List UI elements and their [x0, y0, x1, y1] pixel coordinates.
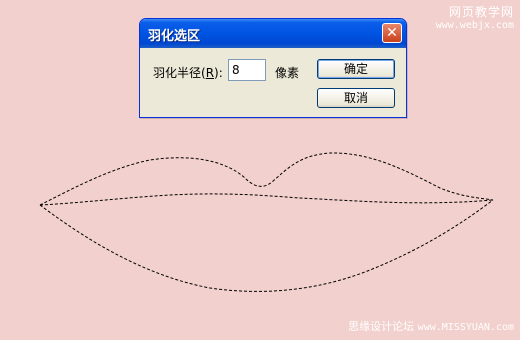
lip-mouth-line: [39, 193, 494, 206]
close-icon: ✕: [386, 25, 398, 41]
watermark-bottom-text: 思缘设计论坛: [348, 320, 415, 333]
lip-outline-lower: [39, 199, 494, 292]
dialog-title: 羽化选区: [148, 29, 201, 44]
watermark-bottom: 思缘设计论坛 www.MISSYUAN.com: [348, 318, 514, 334]
unit-label: 像素: [275, 66, 300, 80]
watermark-bottom-url: www.MISSYUAN.com: [417, 322, 514, 333]
feather-radius-input[interactable]: [228, 59, 266, 81]
feather-selection-dialog: 羽化选区 ✕ 羽化半径(R): 像素 确定 取消: [139, 18, 407, 118]
feather-radius-label-key: R: [205, 66, 215, 80]
close-button[interactable]: ✕: [382, 23, 402, 43]
cancel-button[interactable]: 取消: [317, 88, 395, 108]
dialog-titlebar[interactable]: 羽化选区 ✕: [140, 19, 406, 48]
feather-radius-label-prefix: 羽化半径(: [153, 66, 206, 80]
feather-radius-label-suffix: ):: [214, 66, 223, 80]
ok-button[interactable]: 确定: [317, 59, 395, 79]
lip-outline-upper: [39, 152, 494, 206]
dialog-body: 羽化半径(R): 像素 确定 取消: [143, 48, 403, 114]
feather-radius-label: 羽化半径(R):: [153, 64, 223, 81]
